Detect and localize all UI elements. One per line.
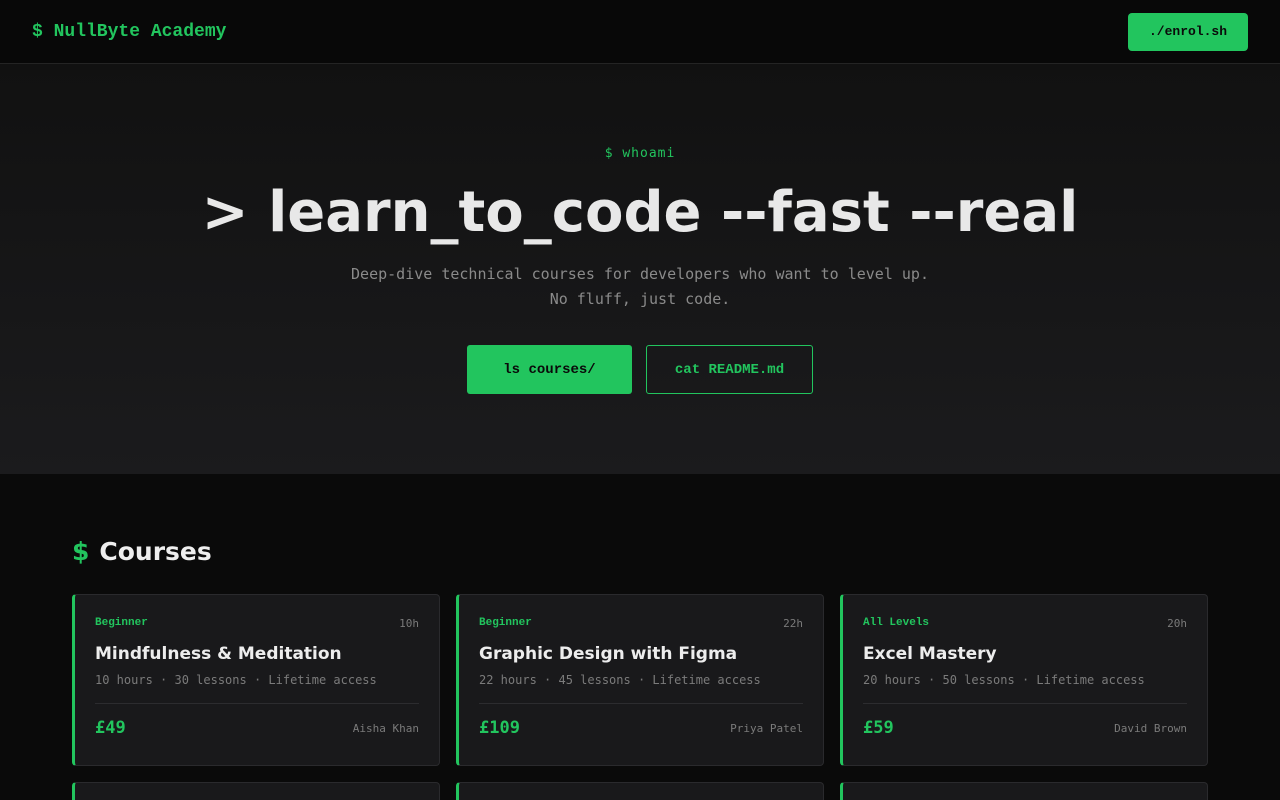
enrol-button[interactable]: ./enrol.sh: [1128, 12, 1248, 51]
course-card-footer: £109 Priya Patel: [479, 704, 803, 752]
courses-section: $ Courses Beginner 10h Mindfulness & Med…: [0, 474, 1280, 800]
course-duration-badge: 20h: [1167, 616, 1187, 630]
course-card[interactable]: Beginner 10h Mindfulness & Meditation 10…: [72, 594, 440, 766]
course-instructor: David Brown: [1114, 721, 1187, 735]
course-level: Beginner: [95, 617, 148, 629]
top-nav: $ NullByte Academy ./enrol.sh: [0, 0, 1280, 64]
course-title: Mindfulness & Meditation: [95, 644, 342, 664]
course-instructor: Aisha Khan: [352, 721, 419, 735]
course-grid: Beginner 10h Mindfulness & Meditation 10…: [72, 594, 1208, 800]
course-card-header: Beginner 22h: [479, 615, 803, 631]
course-card-header: Beginner 10h: [95, 615, 419, 631]
hero-actions: ls courses/ cat README.md: [0, 345, 1280, 394]
hero-subtitle-line-1: Deep-dive technical courses for develope…: [351, 265, 929, 283]
courses-heading-label: Courses: [99, 536, 212, 566]
hero-title: > learn_to_code --fast --real: [201, 180, 1079, 245]
course-card-footer: £49 Aisha Khan: [95, 704, 419, 752]
course-card[interactable]: [840, 782, 1208, 800]
course-meta: 22 hours · 45 lessons · Lifetime access: [479, 673, 761, 687]
course-level: Beginner: [479, 617, 532, 629]
list-courses-button[interactable]: ls courses/: [467, 345, 632, 394]
course-meta: 20 hours · 50 lessons · Lifetime access: [863, 673, 1145, 687]
hero-command: $ whoami: [604, 146, 676, 161]
course-price: £59: [863, 718, 894, 738]
courses-heading: $ Courses: [72, 534, 1208, 568]
course-card[interactable]: [456, 782, 824, 800]
course-meta: 10 hours · 30 lessons · Lifetime access: [95, 673, 377, 687]
course-card[interactable]: Beginner 22h Graphic Design with Figma 2…: [456, 594, 824, 766]
prompt-symbol: $: [72, 536, 90, 566]
course-card-header: All Levels 20h: [863, 615, 1187, 631]
course-price: £49: [95, 718, 126, 738]
course-title: Excel Mastery: [863, 644, 997, 664]
course-duration-badge: 22h: [783, 616, 803, 630]
course-level: All Levels: [863, 617, 930, 629]
course-card[interactable]: [72, 782, 440, 800]
course-card-footer: £59 David Brown: [863, 704, 1187, 752]
hero-section: $ whoami > learn_to_code --fast --real D…: [0, 64, 1280, 474]
course-card[interactable]: All Levels 20h Excel Mastery 20 hours · …: [840, 594, 1208, 766]
brand-logo[interactable]: $ NullByte Academy: [32, 22, 226, 42]
hero-subtitle-line-2: No fluff, just code.: [549, 290, 731, 308]
course-title: Graphic Design with Figma: [479, 644, 738, 664]
hero-subtitle: Deep-dive technical courses for develope…: [0, 262, 1280, 312]
course-instructor: Priya Patel: [730, 721, 803, 735]
course-duration-badge: 10h: [399, 616, 419, 630]
readme-button[interactable]: cat README.md: [646, 345, 813, 394]
course-price: £109: [479, 718, 520, 738]
